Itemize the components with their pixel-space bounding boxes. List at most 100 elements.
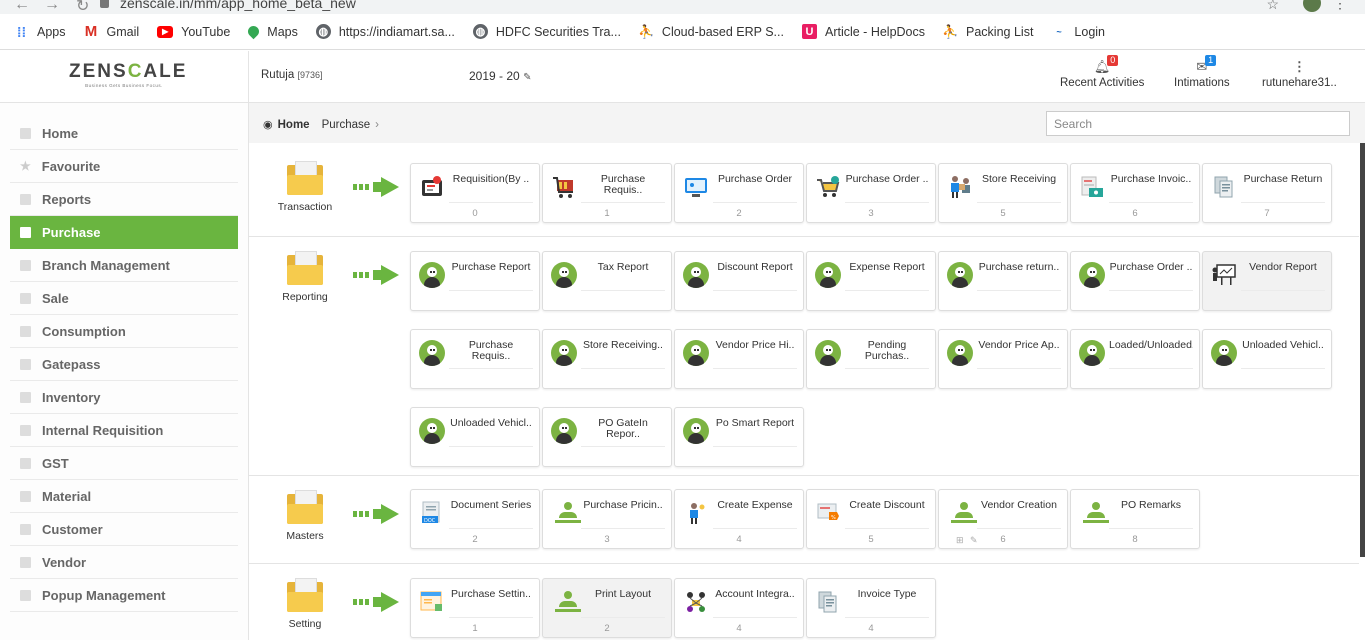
section-header-transaction[interactable]: Transaction (269, 161, 341, 213)
tile-vendor-creation[interactable]: Vendor Creation ⊞ ✎ 6 (938, 489, 1068, 549)
sidebar-item-purchase[interactable]: Purchase (10, 216, 238, 249)
tile-divider (713, 446, 797, 447)
right-arrow-icon (353, 504, 399, 524)
maps-pin-icon (246, 23, 262, 40)
forward-arrow-icon[interactable]: → (44, 0, 60, 14)
tile-count: 6 (1132, 208, 1138, 219)
tile-report[interactable]: Po Smart Report (674, 407, 804, 467)
tile-report[interactable]: Store Receiving.. (542, 329, 672, 389)
tile-purchase-pricing[interactable]: Purchase Pricin.. 3 (542, 489, 672, 549)
sidebar-item-reports[interactable]: Reports (10, 183, 238, 216)
breadcrumb-home[interactable]: Home (278, 119, 310, 131)
tile-purchase-settings[interactable]: Purchase Settin.. 1 (410, 578, 540, 638)
sidebar-item-branch-management[interactable]: Branch Management (10, 249, 238, 282)
tile-report[interactable]: Loaded/Unloaded.. (1070, 329, 1200, 389)
tile-po-remarks[interactable]: PO Remarks 8 (1070, 489, 1200, 549)
tile-document-series[interactable]: DOC Document Series 2 (410, 489, 540, 549)
search-input[interactable] (1046, 111, 1350, 136)
bookmark-cloud-erp[interactable]: ⛹ Cloud-based ERP S... (638, 24, 784, 39)
tile-create-expense[interactable]: Create Expense 4 (674, 489, 804, 549)
sidebar-item-gatepass[interactable]: Gatepass (10, 348, 238, 381)
bookmark-youtube[interactable]: ▶ YouTube (157, 25, 230, 39)
tile-report[interactable]: PO GateIn Repor.. (542, 407, 672, 467)
tile-name: Purchase Return (1243, 174, 1323, 185)
bookmark-gmail[interactable]: M Gmail (84, 23, 139, 40)
tile-name: Document Series (450, 500, 532, 511)
sidebar-item-favourite[interactable]: ★ Favourite (10, 150, 238, 183)
tile-report[interactable]: Vendor Price Hi.. (674, 329, 804, 389)
tile-report[interactable]: Unloaded Vehicl.. (410, 407, 540, 467)
section-header-setting[interactable]: Setting (269, 578, 341, 630)
financial-year[interactable]: 2019 - 20 ✎ (469, 69, 531, 83)
folder-icon (20, 259, 31, 271)
sidebar-item-label: Home (42, 125, 79, 141)
intimations-button[interactable]: ✉ 1 Intimations (1174, 55, 1230, 89)
tile-report[interactable]: Pending Purchas.. (806, 329, 936, 389)
bookmark-apps[interactable]: ⁞⁞ Apps (14, 24, 66, 40)
bookmark-label: Apps (37, 24, 66, 39)
tile-print-layout[interactable]: Print Layout 2 (542, 578, 672, 638)
bookmark-hdfc[interactable]: ◍ HDFC Securities Tra... (472, 24, 621, 39)
bookmark-login[interactable]: ~ Login (1051, 24, 1105, 39)
tile-divider (1241, 290, 1325, 291)
section-header-reporting[interactable]: Reporting (269, 251, 341, 303)
sidebar-item-consumption[interactable]: Consumption (10, 315, 238, 348)
zenscale-logo[interactable]: ZENSCALE Business Gets Business Focus. (69, 61, 185, 88)
sidebar-item-sale[interactable]: Sale (10, 282, 238, 315)
sidebar-item-gst[interactable]: GST (10, 447, 238, 480)
edit-icon[interactable]: ✎ (523, 72, 531, 83)
tile-purchase-order[interactable]: Purchase Order 2 (674, 163, 804, 223)
folder-icon (287, 490, 323, 524)
person-avatar-icon (419, 418, 445, 444)
tile-account-integration[interactable]: Account Integra.. 4 (674, 578, 804, 638)
tile-create-discount[interactable]: % Create Discount 5 (806, 489, 936, 549)
tile-count: 3 (604, 534, 610, 545)
tile-requisition[interactable]: Requisition(By .. 0 (410, 163, 540, 223)
account-menu-button[interactable]: ⋮ rutunehare31.. (1262, 57, 1337, 89)
tile-report[interactable]: Purchase Order .. (1070, 251, 1200, 311)
tile-report[interactable]: Tax Report (542, 251, 672, 311)
bookmark-star-icon[interactable]: ☆ (1266, 0, 1279, 13)
tile-store-receiving[interactable]: Store Receiving 5 (938, 163, 1068, 223)
tile-report[interactable]: Vendor Price Ap.. (938, 329, 1068, 389)
main-scrollbar[interactable] (1360, 143, 1365, 557)
section-header-masters[interactable]: Masters (269, 490, 341, 542)
bookmark-maps[interactable]: Maps (246, 23, 298, 40)
tile-invoice-type[interactable]: Invoice Type 4 (806, 578, 936, 638)
tile-report[interactable]: Purchase Requis.. (410, 329, 540, 389)
tile-purchase-return[interactable]: Purchase Return 7 (1202, 163, 1332, 223)
tile-report[interactable]: Purchase Report (410, 251, 540, 311)
person-avatar-icon (683, 340, 709, 366)
browser-menu-icon[interactable]: ⋮ (1333, 0, 1347, 12)
tile-divider (977, 290, 1061, 291)
url-text[interactable]: zenscale.in/mm/app_home_beta_new (120, 0, 356, 11)
back-arrow-icon[interactable]: ← (14, 0, 30, 14)
sidebar-item-popup-management[interactable]: Popup Management (10, 579, 238, 612)
tile-divider (713, 368, 797, 369)
sidebar-item-inventory[interactable]: Inventory (10, 381, 238, 414)
tile-report[interactable]: Discount Report (674, 251, 804, 311)
tile-purchase-requisition[interactable]: Purchase Requis.. 1 (542, 163, 672, 223)
sidebar-item-home[interactable]: Home (10, 117, 238, 150)
sidebar-item-internal-requisition[interactable]: Internal Requisition (10, 414, 238, 447)
sidebar-item-label: Internal Requisition (42, 422, 164, 438)
intimations-badge: 1 (1205, 55, 1217, 66)
tile-report[interactable]: Vendor Report (1202, 251, 1332, 311)
profile-avatar[interactable] (1303, 0, 1321, 12)
tile-purchase-order-2[interactable]: Purchase Order .. 3 (806, 163, 936, 223)
tile-report[interactable]: Expense Report (806, 251, 936, 311)
bookmark-helpdocs[interactable]: U Article - HelpDocs (801, 24, 925, 39)
sidebar-item-label: Favourite (41, 158, 101, 174)
globe-icon: ◍ (472, 24, 488, 39)
recent-activities-button[interactable]: 🔔︎ 0 Recent Activities (1060, 55, 1144, 89)
bookmark-packing-list[interactable]: ⛹ Packing List (942, 24, 1033, 39)
tile-report[interactable]: Purchase return.. (938, 251, 1068, 311)
tile-report[interactable]: Unloaded Vehicl.. (1202, 329, 1332, 389)
tile-name: Print Layout (594, 589, 652, 600)
sidebar-item-vendor[interactable]: Vendor (10, 546, 238, 579)
home-icon (20, 127, 31, 139)
sidebar-item-customer[interactable]: Customer (10, 513, 238, 546)
sidebar-item-material[interactable]: Material (10, 480, 238, 513)
tile-purchase-invoice[interactable]: Purchase Invoic.. 6 (1070, 163, 1200, 223)
bookmark-indiamart[interactable]: ◍ https://indiamart.sa... (315, 24, 455, 39)
